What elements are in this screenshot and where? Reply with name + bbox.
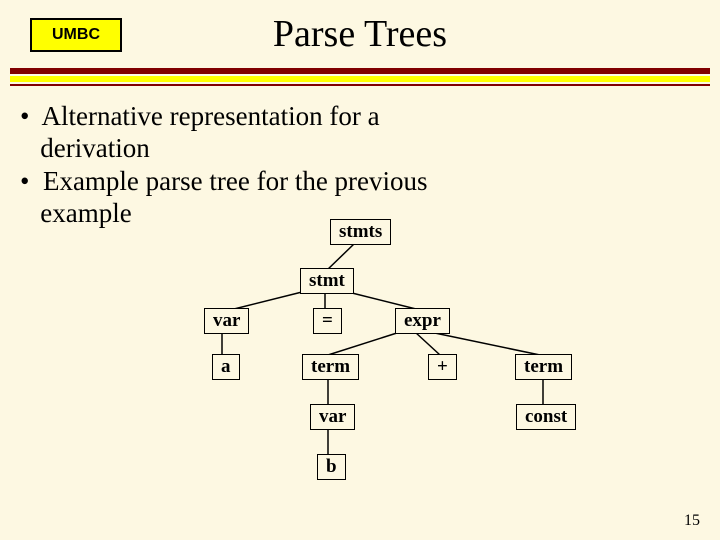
page-number: 15: [684, 512, 700, 530]
bullet-line: • Alternative representation for a: [20, 100, 428, 132]
bullet-line: derivation: [20, 132, 428, 164]
bullet-list: • Alternative representation for a deriv…: [20, 100, 428, 230]
node-expr: expr: [395, 308, 450, 334]
node-b: b: [317, 454, 346, 480]
node-stmt: stmt: [300, 268, 354, 294]
bullet-line: • Example parse tree for the previous: [20, 165, 428, 197]
page-title: Parse Trees: [0, 12, 720, 56]
node-var: var: [204, 308, 249, 334]
rule-dark: [10, 68, 710, 74]
node-plus: +: [428, 354, 457, 380]
node-equals: =: [313, 308, 342, 334]
node-const: const: [516, 404, 576, 430]
node-term: term: [302, 354, 359, 380]
node-stmts: stmts: [330, 219, 391, 245]
node-var: var: [310, 404, 355, 430]
rule-thin: [10, 84, 710, 86]
node-a: a: [212, 354, 240, 380]
node-term: term: [515, 354, 572, 380]
rule-yellow: [10, 76, 710, 82]
